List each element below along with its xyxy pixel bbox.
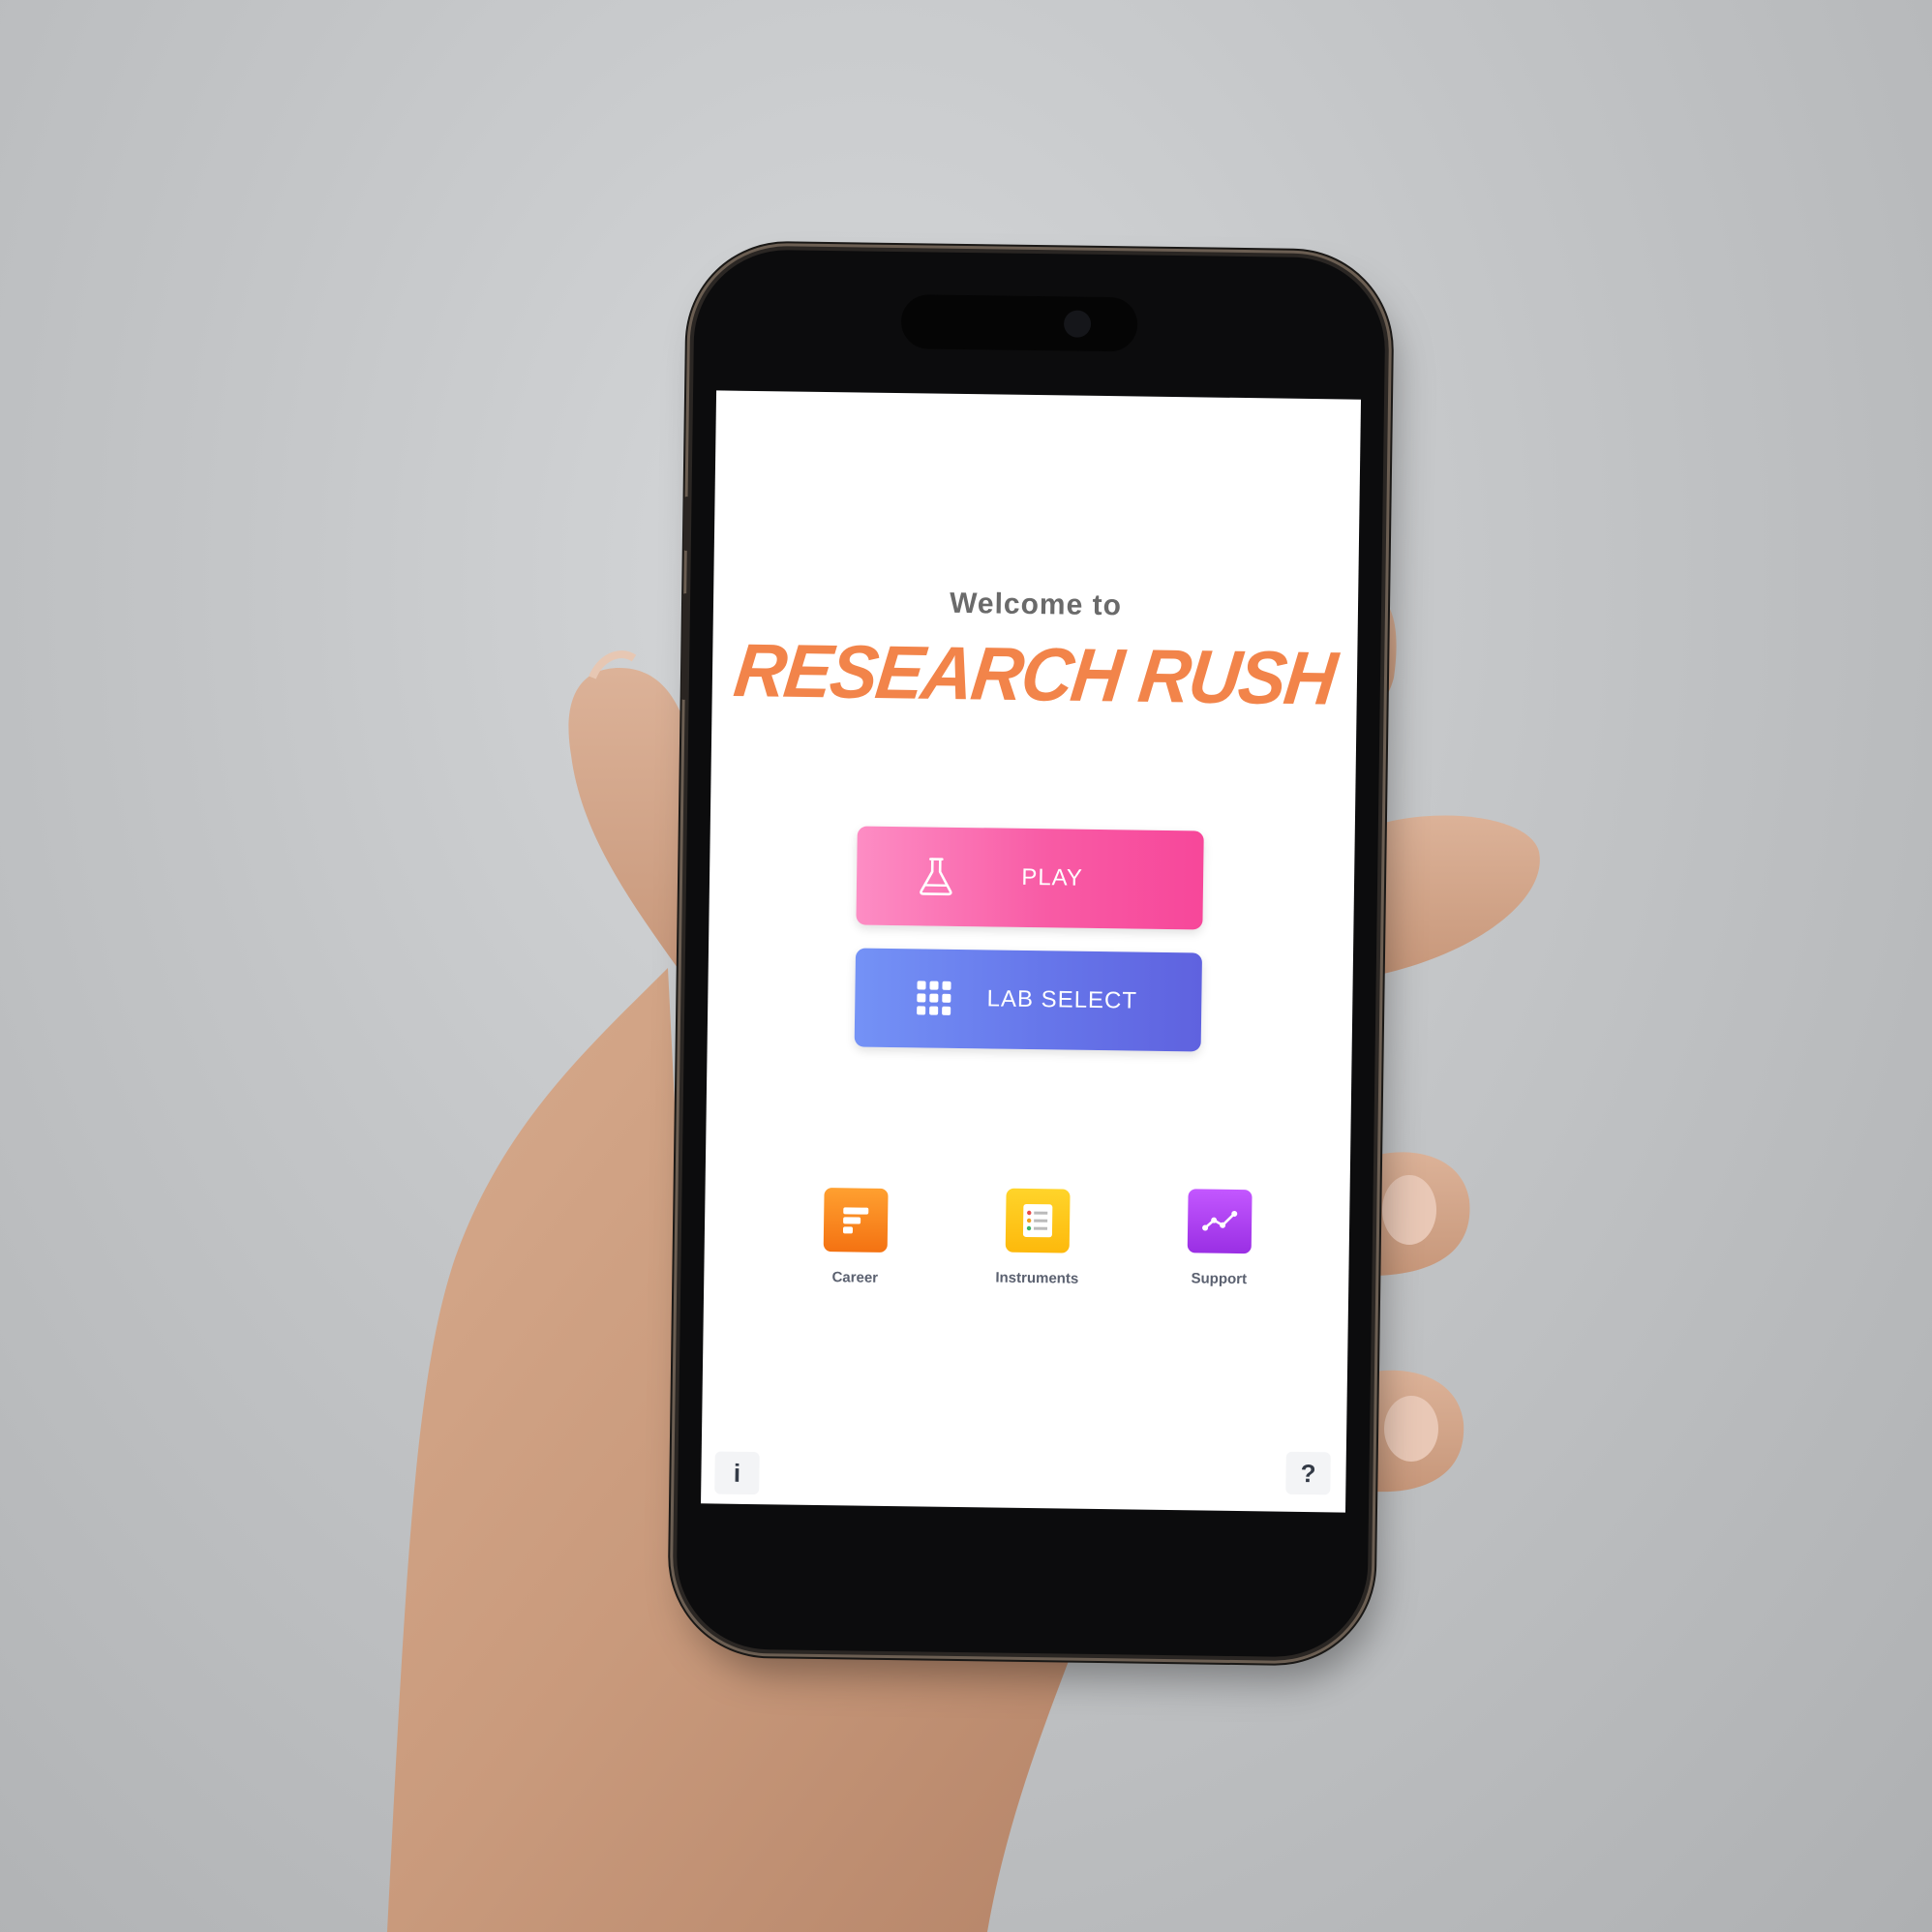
play-button[interactable]: PLAY <box>856 826 1204 930</box>
feature-instruments[interactable]: Instruments <box>979 1188 1096 1287</box>
career-icon <box>823 1188 889 1253</box>
info-button[interactable]: i <box>714 1451 760 1495</box>
lab-select-label: LAB SELECT <box>986 985 1138 1014</box>
camera-lens-icon <box>1063 310 1092 338</box>
play-label: PLAY <box>1021 863 1084 891</box>
instruments-icon <box>1005 1188 1071 1253</box>
feature-label-support: Support <box>1191 1270 1248 1288</box>
dynamic-island <box>900 294 1138 352</box>
phone: Welcome to RESEARCH RUSH PLAY LAB SELECT <box>675 249 1387 1658</box>
feature-label-career: Career <box>831 1269 879 1286</box>
feature-career[interactable]: Career <box>797 1188 914 1287</box>
welcome-text: Welcome to <box>949 587 1123 622</box>
help-button[interactable]: ? <box>1285 1451 1331 1495</box>
feature-label-instruments: Instruments <box>995 1269 1079 1287</box>
app-title: RESEARCH RUSH <box>730 627 1340 721</box>
feature-support[interactable]: Support <box>1161 1189 1278 1288</box>
app-screen: Welcome to RESEARCH RUSH PLAY LAB SELECT <box>701 390 1362 1513</box>
lab-select-button[interactable]: LAB SELECT <box>854 948 1203 1052</box>
side-button-silent <box>682 496 690 552</box>
support-icon <box>1187 1189 1253 1254</box>
